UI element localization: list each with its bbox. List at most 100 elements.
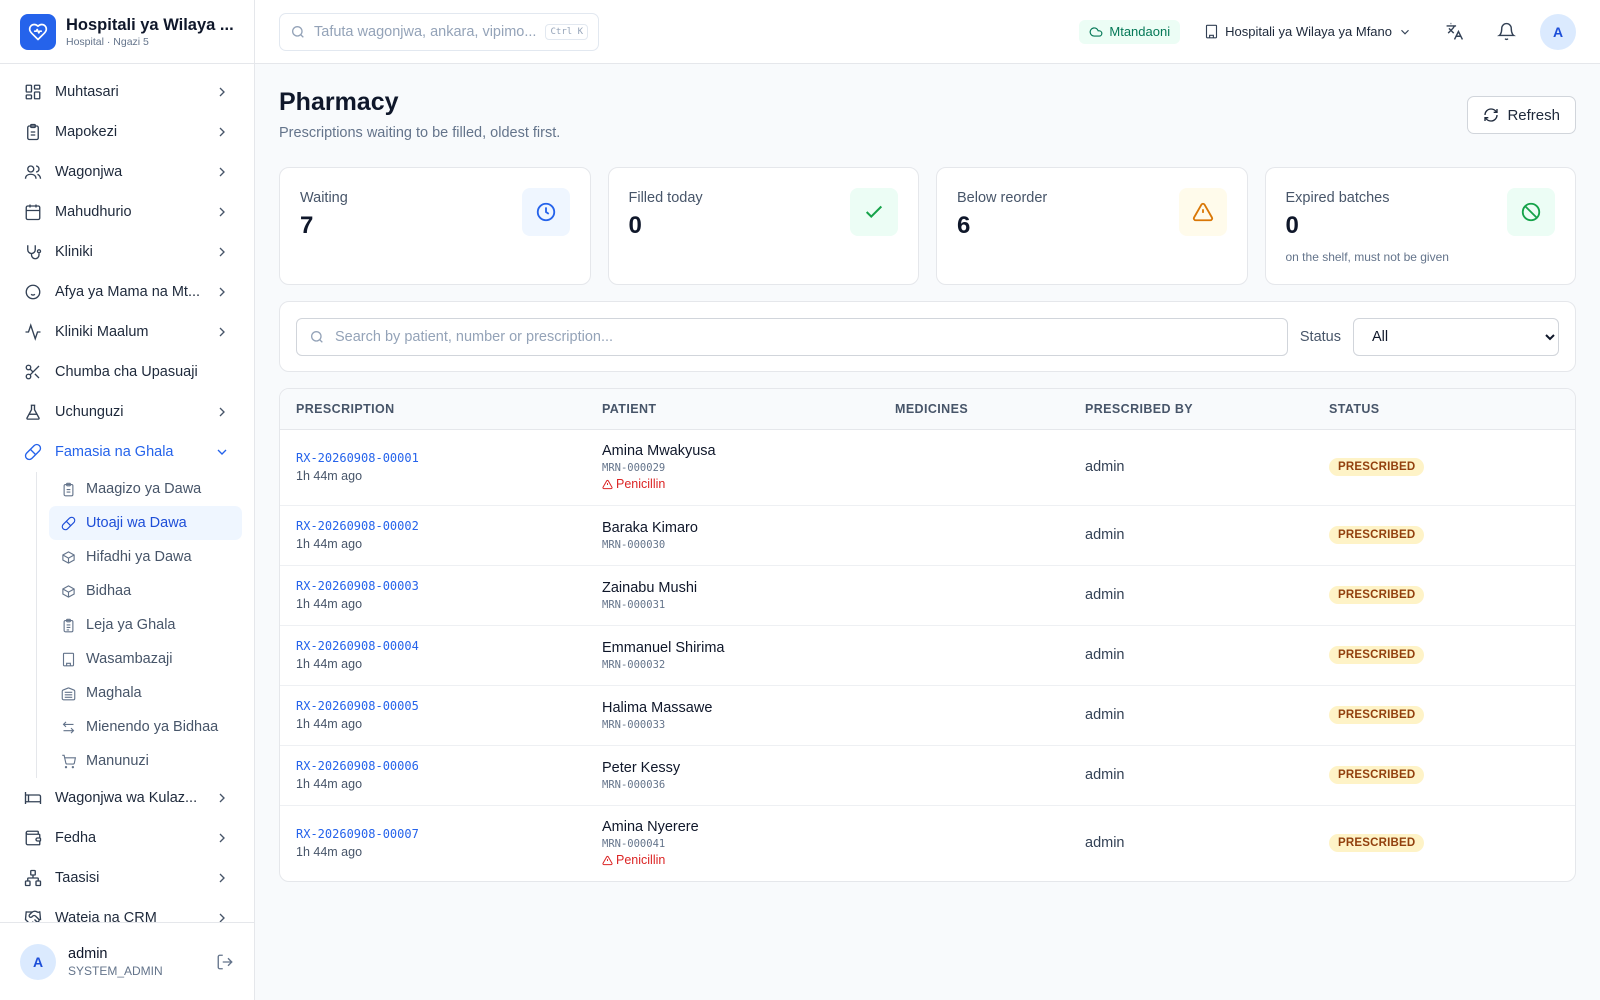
prescription-link[interactable]: RX-20260908-00007	[296, 827, 570, 841]
sub-item-label: Manunuzi	[86, 753, 149, 769]
patient-mrn: MRN-000030	[602, 538, 666, 551]
sub-item-wasambazaji[interactable]: Wasambazaji	[49, 642, 242, 676]
nav-item-kliniki-maalum[interactable]: Kliniki Maalum	[12, 312, 242, 352]
patient-name: Amina Mwakyusa	[602, 443, 716, 459]
patient-name: Zainabu Mushi	[602, 579, 698, 596]
column-header-status[interactable]: STATUS	[1313, 389, 1575, 430]
prescription-search-input[interactable]	[335, 328, 1275, 345]
sub-item-mienendo[interactable]: Mienendo ya Bidhaa	[49, 710, 242, 744]
column-header-medicines[interactable]: MEDICINES	[879, 389, 1069, 430]
status-badge: PRESCRIBED	[1329, 766, 1425, 784]
prescription-link[interactable]: RX-20260908-00002	[296, 519, 570, 533]
nav-item-taasisi[interactable]: Taasisi	[12, 858, 242, 898]
sub-item-label: Hifadhi ya Dawa	[86, 549, 192, 565]
prescribed-by: admin	[1069, 745, 1313, 806]
chevron-right-icon	[214, 204, 230, 220]
refresh-button[interactable]: Refresh	[1467, 96, 1576, 134]
nav-item-crm[interactable]: Wateja na CRM	[12, 898, 242, 922]
sub-item-label: Wasambazaji	[86, 651, 173, 667]
prescription-link[interactable]: RX-20260908-00001	[296, 451, 570, 465]
table-row[interactable]: RX-20260908-00006 1h 44m ago Peter Kessy M…	[280, 745, 1575, 806]
patient-mrn: MRN-000033	[602, 718, 666, 731]
prescription-link[interactable]: RX-20260908-00006	[296, 759, 570, 773]
nav-item-kliniki[interactable]: Kliniki	[12, 232, 242, 272]
prescribed-ago: 1h 44m ago	[296, 657, 363, 671]
facility-selector[interactable]: Hospitali ya Wilaya ya Mfano	[1196, 24, 1420, 39]
global-search-input[interactable]: Tafuta wagonjwa, ankara, vipimo... Ctrl …	[279, 12, 599, 51]
sub-item-manunuzi[interactable]: Manunuzi	[49, 744, 242, 778]
prescription-link[interactable]: RX-20260908-00003	[296, 579, 570, 593]
global-search-placeholder: Tafuta wagonjwa, ankara, vipimo...	[314, 23, 537, 40]
sub-item-bidhaa[interactable]: Bidhaa	[49, 574, 242, 608]
prescription-search	[296, 317, 1288, 356]
status-badge: PRESCRIBED	[1329, 526, 1425, 544]
table-row[interactable]: RX-20260908-00003 1h 44m ago Zainabu Mush…	[280, 565, 1575, 626]
sub-item-leja[interactable]: Leja ya Ghala	[49, 608, 242, 642]
notifications-button[interactable]	[1488, 14, 1524, 50]
package-icon	[61, 550, 76, 565]
languages-icon	[1445, 22, 1464, 41]
prescription-link[interactable]: RX-20260908-00005	[296, 699, 570, 713]
brand[interactable]: Hospitali ya Wilaya ... Hospital · Ngazi…	[0, 0, 254, 64]
nav-item-mahudhurio[interactable]: Mahudhurio	[12, 192, 242, 232]
sub-item-hifadhi[interactable]: Hifadhi ya Dawa	[49, 540, 242, 574]
nav-item-muhtasari[interactable]: Muhtasari	[12, 72, 242, 112]
nav-label: Fedha	[55, 830, 97, 846]
language-button[interactable]	[1436, 14, 1472, 50]
clipboard-icon	[24, 123, 42, 141]
sidebar: Hospitali ya Wilaya ... Hospital · Ngazi…	[0, 0, 255, 1000]
prescribed-ago: 1h 44m ago	[296, 717, 363, 731]
sub-item-maagizo[interactable]: Maagizo ya Dawa	[49, 472, 242, 506]
heart-logo-icon	[20, 13, 56, 50]
stat-label: Below reorder	[957, 190, 1048, 206]
bell-icon	[1496, 22, 1516, 41]
column-header-prescribed-by[interactable]: PRESCRIBED BY	[1069, 389, 1313, 430]
prescribed-ago: 1h 44m ago	[296, 537, 363, 551]
avatar[interactable]: A	[20, 943, 56, 980]
sub-item-maghala[interactable]: Maghala	[49, 676, 242, 710]
nav-item-fedha[interactable]: Fedha	[12, 818, 242, 858]
nav-item-mapokezi[interactable]: Mapokezi	[12, 112, 242, 152]
avatar[interactable]: A	[1540, 13, 1576, 50]
nav-item-upasuaji[interactable]: Chumba cha Upasuaji	[12, 352, 242, 392]
building-icon	[61, 652, 76, 667]
flask-icon	[24, 403, 42, 421]
nav-item-uchunguzi[interactable]: Uchunguzi	[12, 392, 242, 432]
brand-subtitle: Hospital · Ngazi 5	[66, 35, 149, 48]
sub-item-label: Utoaji wa Dawa	[86, 515, 187, 531]
activity-icon	[24, 323, 42, 341]
status-badge: PRESCRIBED	[1329, 834, 1425, 853]
prescribed-by: admin	[1069, 685, 1313, 746]
stat-card-waiting: Waiting 7	[279, 167, 591, 285]
table-row[interactable]: RX-20260908-00007 1h 44m ago Amina Nyerer…	[280, 805, 1575, 881]
nav-item-famasia[interactable]: Famasia na Ghala	[12, 432, 242, 472]
bed-icon	[24, 789, 42, 807]
nav-item-kulazwa[interactable]: Wagonjwa wa Kulaz...	[12, 778, 242, 818]
medicines-cell	[879, 805, 1069, 881]
nav-label: Chumba cha Upasuaji	[55, 364, 198, 380]
medicines-cell	[879, 625, 1069, 686]
prescription-link[interactable]: RX-20260908-00004	[296, 639, 570, 653]
table-row[interactable]: RX-20260908-00001 1h 44m ago Amina Mwakyu…	[280, 429, 1575, 506]
status-filter-select[interactable]: All	[1353, 317, 1559, 356]
cloud-icon	[1089, 25, 1103, 39]
warehouse-icon	[61, 686, 76, 701]
clipboard-icon	[61, 482, 76, 497]
nav-item-afya-mama[interactable]: Afya ya Mama na Mt...	[12, 272, 242, 312]
nav-item-wagonjwa[interactable]: Wagonjwa	[12, 152, 242, 192]
sub-item-label: Leja ya Ghala	[86, 617, 176, 633]
prescribed-by: admin	[1069, 429, 1313, 506]
medicines-cell	[879, 429, 1069, 506]
table-row[interactable]: RX-20260908-00002 1h 44m ago Baraka Kimar…	[280, 505, 1575, 566]
table-row[interactable]: RX-20260908-00005 1h 44m ago Halima Massa…	[280, 685, 1575, 746]
logout-icon[interactable]	[216, 953, 234, 971]
user-role: SYSTEM_ADMIN	[68, 963, 163, 978]
sub-item-utoaji[interactable]: Utoaji wa Dawa	[49, 506, 242, 540]
search-icon	[290, 24, 306, 40]
clock-icon	[521, 188, 570, 236]
medicines-cell	[879, 505, 1069, 566]
table-row[interactable]: RX-20260908-00004 1h 44m ago Emmanuel Shi…	[280, 625, 1575, 686]
column-header-prescription[interactable]: PRESCRIPTION	[280, 389, 586, 430]
nav-label: Afya ya Mama na Mt...	[55, 284, 201, 300]
column-header-patient[interactable]: PATIENT	[586, 389, 879, 430]
